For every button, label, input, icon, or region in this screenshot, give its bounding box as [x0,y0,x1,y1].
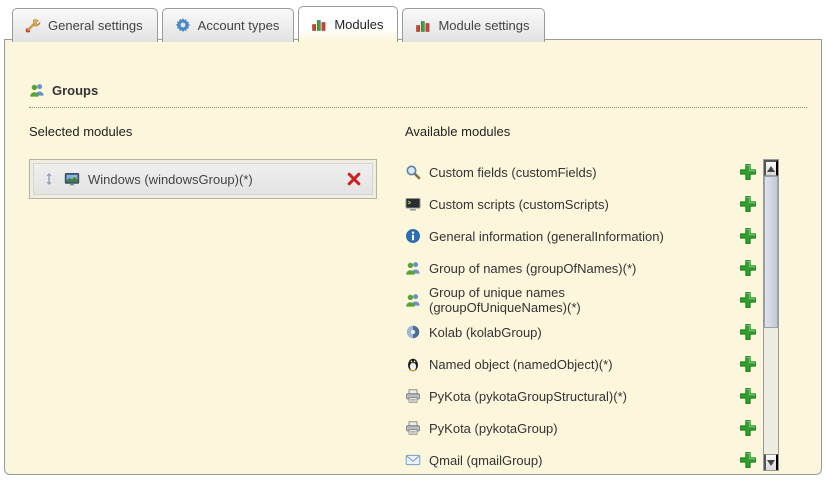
scrollbar-track[interactable] [764,176,778,454]
available-module-row: Group of unique names (groupOfUniqueName… [405,284,757,316]
mail-icon [405,452,421,468]
plus-icon [739,451,757,469]
available-module-row: Group of names (groupOfNames)(*) [405,252,757,284]
plus-icon [739,323,757,341]
plus-icon [739,419,757,437]
plus-icon [739,355,757,373]
scroll-up-button[interactable] [764,160,778,176]
selected-modules-label: Selected modules [29,124,132,139]
info-icon [405,228,421,244]
tab-account-types[interactable]: Account types [162,8,295,42]
tab-label: General settings [48,18,143,33]
available-module-row: Qmail (qmailGroup) [405,444,757,476]
groups-icon [405,260,421,276]
available-module-label: Kolab (kolabGroup) [429,325,701,340]
modules-chart-icon [415,17,431,33]
modules-panel: Groups Selected modules Available module… [4,39,822,475]
groups-icon [405,292,421,308]
available-module-row: Kolab (kolabGroup) [405,316,757,348]
scroll-up-arrow-icon [767,166,775,172]
add-module-button[interactable] [739,451,757,469]
drag-handle-icon[interactable] [42,172,56,186]
kolab-icon [405,324,421,340]
plus-icon [739,291,757,309]
available-module-label: Named object (namedObject)(*) [429,357,701,372]
plus-icon [739,163,757,181]
plus-icon [739,195,757,213]
magnifier-icon [405,164,421,180]
plus-icon [739,259,757,277]
scrollbar-thumb[interactable] [764,176,778,328]
section-title: Groups [52,83,98,98]
add-module-button[interactable] [739,195,757,213]
tab-label: Modules [334,17,383,32]
selected-modules-box: Windows (windowsGroup)(*) [29,159,377,199]
available-module-label: Group of unique names (groupOfUniqueName… [429,285,701,315]
selected-module-row: Windows (windowsGroup)(*) [33,163,373,195]
printer-icon [405,420,421,436]
available-module-row: Custom scripts (customScripts) [405,188,757,220]
available-module-row: PyKota (pykotaGroupStructural)(*) [405,380,757,412]
available-module-label: PyKota (pykotaGroup) [429,421,701,436]
add-module-button[interactable] [739,163,757,181]
penguin-icon [405,356,421,372]
add-module-button[interactable] [739,227,757,245]
available-module-row: Named object (namedObject)(*) [405,348,757,380]
tab-bar: General settings Account types Modules M… [12,8,545,42]
remove-module-button[interactable] [346,170,364,188]
selected-module-label: Windows (windowsGroup)(*) [88,172,253,187]
groups-icon [29,82,45,98]
available-module-row: General information (generalInformation) [405,220,757,252]
tab-label: Account types [198,18,280,33]
add-module-button[interactable] [739,291,757,309]
plus-icon [739,387,757,405]
terminal-icon [405,196,421,212]
add-module-button[interactable] [739,419,757,437]
available-modules-label: Available modules [405,124,510,139]
available-modules-scrollbar [763,159,779,471]
available-module-row: Custom fields (customFields) [405,156,757,188]
printer-icon [405,388,421,404]
windows-module-icon [64,171,80,187]
tab-module-settings[interactable]: Module settings [402,8,544,42]
available-module-row: PyKota (pykotaGroup) [405,412,757,444]
available-modules-list: Custom fields (customFields) Custom scri… [405,156,757,476]
available-module-label: Custom scripts (customScripts) [429,197,701,212]
add-module-button[interactable] [739,259,757,277]
available-module-label: Group of names (groupOfNames)(*) [429,261,701,276]
available-module-label: Custom fields (customFields) [429,165,701,180]
plus-icon [739,227,757,245]
section-header-groups: Groups [29,82,807,108]
tab-modules[interactable]: Modules [298,6,398,42]
add-module-button[interactable] [739,323,757,341]
scroll-down-button[interactable] [764,454,778,470]
available-module-label: Qmail (qmailGroup) [429,453,701,468]
add-module-button[interactable] [739,387,757,405]
modules-chart-icon [311,16,327,32]
tab-label: Module settings [438,18,529,33]
wrench-icon [25,17,41,33]
tab-general-settings[interactable]: General settings [12,8,158,42]
available-module-label: PyKota (pykotaGroupStructural)(*) [429,389,701,404]
add-module-button[interactable] [739,355,757,373]
delete-x-icon [346,171,362,187]
available-module-label: General information (generalInformation) [429,229,701,244]
gear-icon [175,17,191,33]
scroll-down-arrow-icon [767,460,775,466]
